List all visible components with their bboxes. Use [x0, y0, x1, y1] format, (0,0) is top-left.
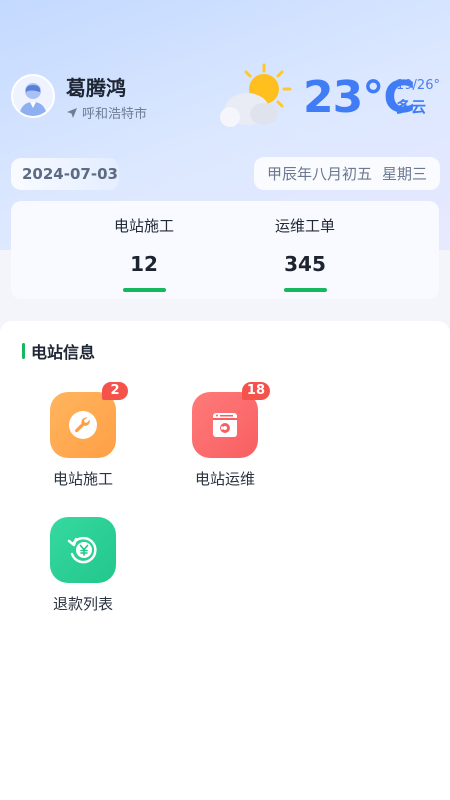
badge-count: 2 [102, 382, 128, 400]
wrench-icon [69, 411, 97, 439]
tile-icon-box: 2 [50, 382, 128, 458]
tile-icon-box [50, 517, 116, 583]
refund-icon [67, 536, 97, 564]
solar-date: 2024-07-03 [11, 158, 119, 190]
partly-cloudy-icon [220, 63, 292, 127]
tile-refund-list[interactable]: 退款列表 [33, 517, 133, 614]
tile-station-construction[interactable]: 2 电站施工 [33, 382, 133, 489]
stat-station-construction[interactable]: 电站施工 12 [84, 201, 204, 292]
location[interactable]: 呼和浩特市 [66, 103, 147, 122]
maintenance-icon [213, 413, 237, 437]
section-accent-bar [22, 343, 25, 359]
location-text: 呼和浩特市 [82, 107, 148, 122]
tile-label: 电站运维 [194, 470, 255, 488]
stat-value: 12 [130, 252, 158, 276]
badge-count: 18 [241, 382, 270, 400]
stat-label: 电站施工 [113, 217, 174, 235]
user-avatar-icon [19, 83, 47, 116]
solar-date-text: 2024-07-03 [22, 165, 118, 183]
user-name: 葛腾鸿 [66, 76, 126, 100]
weekday-text: 星期三 [382, 165, 428, 183]
tile-station-maintenance[interactable]: 18 电站运维 [175, 382, 275, 489]
lunar-date-text: 甲辰年八月初五 [266, 165, 372, 183]
stat-work-orders[interactable]: 运维工单 345 [245, 201, 365, 292]
tile-label: 退款列表 [52, 595, 113, 613]
tile-icon-box: 18 [192, 382, 270, 458]
weather-description: 多云 [396, 98, 427, 116]
stats-card: 电站施工 12 运维工单 345 [11, 201, 439, 299]
section-title: 电站信息 [22, 341, 96, 362]
avatar[interactable] [11, 74, 55, 118]
tile-label: 电站施工 [52, 470, 113, 488]
section-title-text: 电站信息 [31, 343, 96, 362]
temperature-range: 19/26° [396, 78, 440, 93]
stat-value: 345 [284, 252, 326, 276]
lunar-date: 甲辰年八月初五 星期三 [254, 157, 440, 190]
stat-label: 运维工单 [274, 217, 335, 235]
stat-underline [122, 288, 166, 292]
stat-underline [283, 288, 327, 292]
location-arrow-icon [67, 107, 77, 118]
